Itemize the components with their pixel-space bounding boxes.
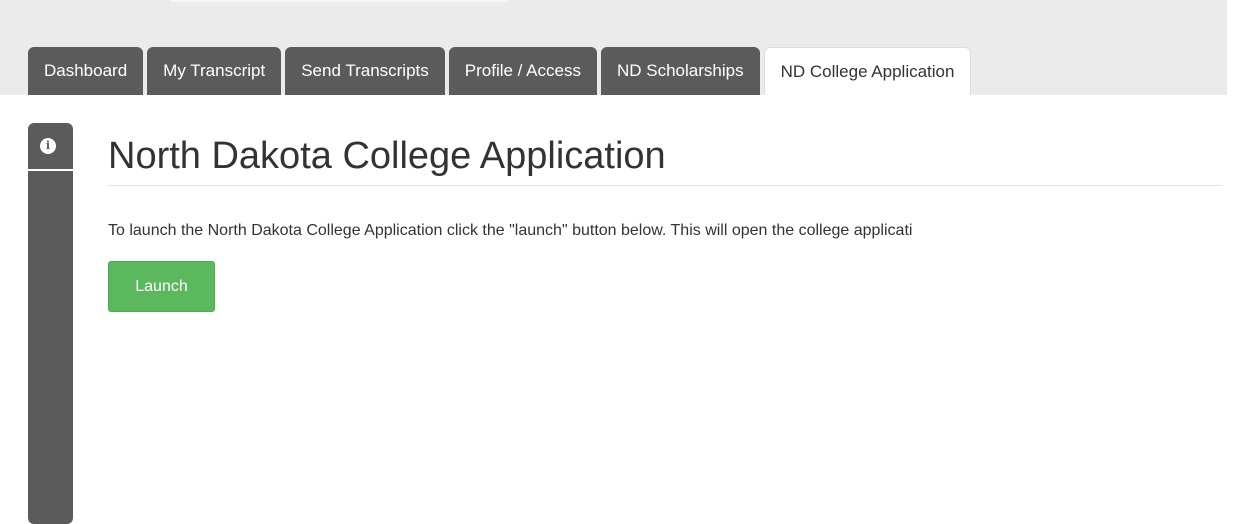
launch-button[interactable]: Launch	[108, 261, 215, 312]
top-strip	[0, 0, 1241, 46]
tab-send-transcripts[interactable]: Send Transcripts	[285, 47, 445, 95]
tab-dashboard[interactable]: Dashboard	[28, 47, 144, 95]
right-edge	[1227, 0, 1241, 524]
launch-instructions: To launch the North Dakota College Appli…	[108, 222, 913, 239]
tab-nd-scholarships[interactable]: ND Scholarships	[600, 47, 760, 95]
tab-profile-access[interactable]: Profile / Access	[448, 47, 597, 95]
content-panel: i North Dakota College Application To la…	[0, 95, 1241, 524]
info-icon[interactable]: i	[40, 138, 56, 154]
top-divider	[170, 0, 508, 2]
tab-nd-college-application[interactable]: ND College Application	[763, 47, 972, 95]
side-rail: i	[28, 123, 73, 524]
page-title: North Dakota College Application	[108, 135, 666, 177]
tab-my-transcript[interactable]: My Transcript	[147, 47, 282, 95]
tab-bar: Dashboard My Transcript Send Transcripts…	[28, 47, 975, 95]
title-divider	[108, 185, 1223, 186]
side-rail-divider	[28, 169, 73, 171]
